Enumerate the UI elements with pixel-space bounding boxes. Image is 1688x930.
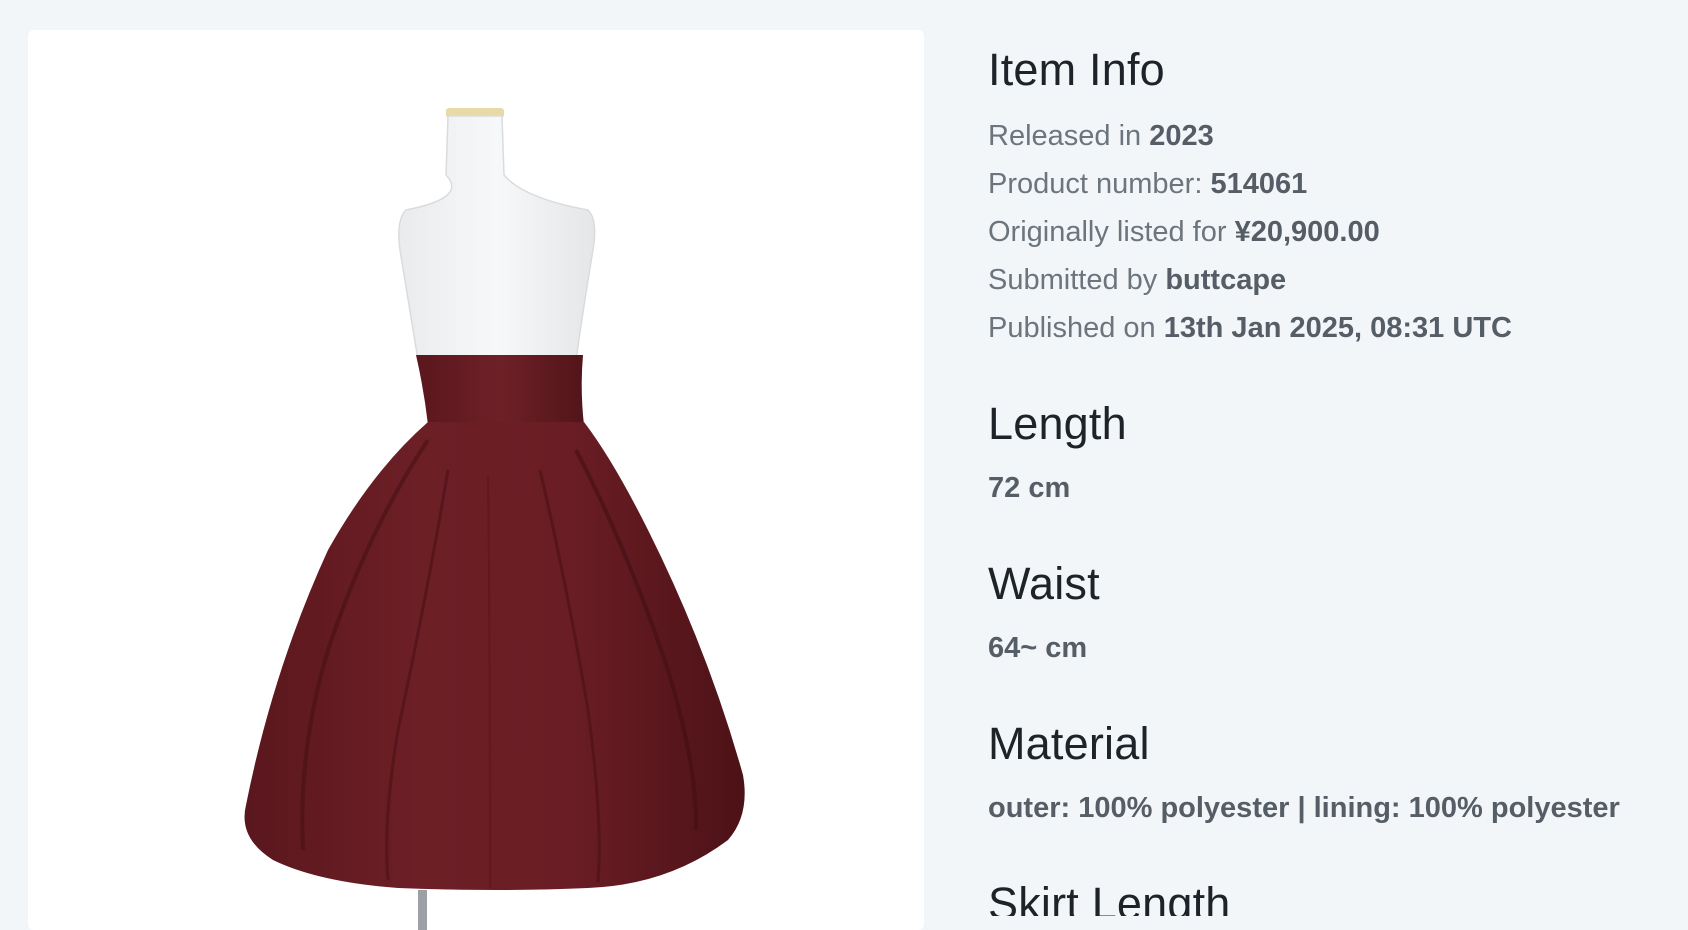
submitted-label: Submitted by <box>988 264 1158 296</box>
released-label: Released in <box>988 120 1142 152</box>
length-heading: Length <box>988 398 1127 449</box>
price-value: ¥20,900.00 <box>1234 216 1380 248</box>
published-label: Published on <box>988 312 1156 344</box>
mannequin-torso <box>398 115 596 361</box>
submitted-line: Submitted by buttcape <box>988 262 1286 298</box>
item-details-panel: Item Info Released in 2023 Product numbe… <box>988 0 1668 916</box>
product-number-label: Product number: <box>988 168 1203 200</box>
item-info-heading: Item Info <box>988 44 1165 95</box>
skirt-length-heading: Skirt Length <box>988 878 1231 916</box>
stand-pole <box>418 890 427 930</box>
material-heading: Material <box>988 718 1150 769</box>
length-value: 72 cm <box>988 472 1071 504</box>
waist-heading: Waist <box>988 558 1100 609</box>
submitter-link[interactable]: buttcape <box>1165 264 1286 296</box>
product-number-line: Product number: 514061 <box>988 166 1307 202</box>
product-number-value: 514061 <box>1210 168 1308 200</box>
published-line: Published on 13th Jan 2025, 08:31 UTC <box>988 310 1512 346</box>
price-line: Originally listed for ¥20,900.00 <box>988 214 1380 250</box>
skirt-body <box>244 422 745 890</box>
product-photo[interactable] <box>28 30 924 930</box>
published-value: 13th Jan 2025, 08:31 UTC <box>1163 312 1512 344</box>
price-label: Originally listed for <box>988 216 1227 248</box>
material-value: outer: 100% polyester | lining: 100% pol… <box>988 792 1620 824</box>
waist-value: 64~ cm <box>988 632 1088 664</box>
released-value: 2023 <box>1149 120 1214 152</box>
product-image-card[interactable] <box>28 30 924 930</box>
skirt-waistband <box>416 355 584 425</box>
released-line: Released in 2023 <box>988 118 1214 154</box>
